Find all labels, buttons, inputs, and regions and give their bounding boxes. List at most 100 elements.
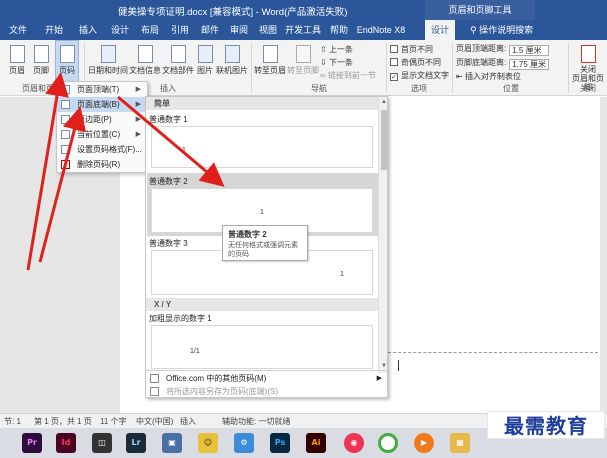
tooltip-title: 普通数字 2 [228, 230, 267, 239]
tab-home[interactable]: 开始 [40, 20, 68, 40]
checkbox-icon [390, 58, 398, 66]
doc-info-label: 文档信息 [129, 66, 161, 75]
header-icon [9, 45, 25, 63]
next-button[interactable]: ⇩ 下一条 [320, 57, 353, 68]
scroll-down-icon[interactable]: ▼ [381, 363, 387, 369]
page-margin-icon [61, 115, 70, 124]
page-number-button[interactable]: 页码 [55, 40, 79, 82]
group-separator [251, 43, 252, 93]
menu-item-bottom-of-page[interactable]: 页面底端(B) ▶ [57, 97, 147, 112]
tool-icon[interactable]: ⚙ [234, 433, 254, 453]
footer-from-bottom-input[interactable]: 1.75 厘米 [509, 59, 550, 70]
insert-alignment-tab-button[interactable]: ⇤ 插入对齐制表位 [456, 71, 521, 82]
tab-file[interactable]: 文件 [4, 20, 32, 40]
tab-mailings[interactable]: 邮件 [196, 20, 224, 40]
calendar-icon [100, 45, 116, 63]
status-word-count[interactable]: 11 个字 [100, 416, 127, 427]
goto-header-icon [262, 45, 278, 63]
tab-design[interactable]: 设计 [106, 20, 134, 40]
tab-developer[interactable]: 开发工具 [283, 20, 323, 40]
picture-button[interactable]: 图片 [195, 42, 215, 76]
gallery-footer-divider [146, 370, 387, 371]
link-previous-label: 链接到前一节 [327, 71, 376, 80]
chrome-icon[interactable] [378, 433, 398, 453]
save-selection-page-number[interactable]: 将所选内容另存为页码(底端)(S) [146, 385, 387, 397]
tab-help[interactable]: 帮助 [325, 20, 353, 40]
scroll-up-icon[interactable]: ▲ [381, 99, 387, 105]
tab-layout[interactable]: 布局 [136, 20, 164, 40]
lightroom-icon[interactable]: Lr [126, 433, 146, 453]
gallery-item-bold-number-1[interactable]: 1/1 [151, 325, 373, 369]
date-time-label: 日期和时间 [88, 66, 128, 75]
tab-endnote[interactable]: EndNote X8 [356, 20, 406, 40]
doc-info-button[interactable]: 文档信息 [129, 42, 161, 76]
link-previous-button[interactable]: ∞ 链接到前一节 [320, 70, 376, 81]
menu-item-page-margins[interactable]: 页边距(P) ▶ [57, 112, 147, 127]
tooltip-text: 无任何格式或强调元素的页码 [228, 242, 298, 258]
header-button-label: 页眉 [9, 66, 25, 75]
status-page[interactable]: 第 1 页，共 1 页 [34, 416, 92, 427]
tab-references[interactable]: 引用 [166, 20, 194, 40]
page-number-label: 页码 [59, 66, 75, 75]
title-bar: 健美操专项证明.docx [兼容模式] - Word(产品激活失败) 页眉和页脚… [0, 0, 607, 20]
window-title: 健美操专项证明.docx [兼容模式] - Word(产品激活失败) [118, 7, 348, 18]
online-pictures-label: 联机图片 [216, 66, 248, 75]
date-time-button[interactable]: 日期和时间 [88, 42, 128, 76]
status-accessibility[interactable]: 辅助功能: 一切就绪 [222, 416, 290, 427]
picture-label: 图片 [197, 66, 213, 75]
header-from-top-label: 页眉顶端距离: [456, 44, 507, 53]
status-language[interactable]: 中文(中国) [136, 416, 173, 427]
media-player-icon[interactable]: ▶ [414, 433, 434, 453]
premiere-icon[interactable]: Pr [22, 433, 42, 453]
folder-icon[interactable]: ▦ [450, 433, 470, 453]
page-number-sample: 1/1 [190, 348, 200, 355]
menu-item-label: 当前位置(C) [77, 130, 121, 139]
previous-button[interactable]: ⇧ 上一条 [320, 44, 353, 55]
context-tab-title: 页眉和页脚工具 [425, 0, 535, 20]
goto-footer-button[interactable]: 转至页脚 [287, 42, 319, 76]
online-picture-icon [224, 45, 240, 63]
tell-me-label: 操作说明搜索 [479, 25, 534, 35]
menu-item-top-of-page[interactable]: 页面顶端(T) ▶ [57, 82, 147, 97]
tab-hf-design[interactable]: 设计 [425, 20, 455, 40]
next-label: 下一条 [328, 58, 353, 67]
scrollbar-thumb[interactable] [381, 110, 387, 170]
indesign-icon[interactable]: Id [56, 433, 76, 453]
online-pictures-button[interactable]: 联机图片 [216, 42, 248, 76]
gallery-section-simple: 简单 [146, 97, 378, 110]
link-icon: ∞ [320, 71, 326, 80]
footer-button[interactable]: 页脚 [30, 42, 52, 76]
tab-insert[interactable]: 插入 [74, 20, 102, 40]
menu-item-label: 设置页码格式(F)... [77, 145, 142, 154]
doc-parts-button[interactable]: 文档部件 [162, 42, 194, 76]
illustrator-icon[interactable]: Ai [306, 433, 326, 453]
menu-item-format-page-numbers[interactable]: 设置页码格式(F)... [57, 142, 147, 157]
header-button[interactable]: 页眉 [6, 42, 28, 76]
tab-view[interactable]: 视图 [254, 20, 282, 40]
status-insert-mode[interactable]: 插入 [180, 416, 196, 427]
status-section: 节: 1 [4, 417, 21, 426]
qq-icon[interactable]: ☺ [198, 433, 218, 453]
lightbulb-icon: ⚲ [470, 25, 477, 35]
doc-info-icon [137, 45, 153, 63]
show-document-text-checkbox[interactable]: ✓ 显示文档文字 [390, 70, 449, 81]
browser-icon[interactable]: ◉ [344, 433, 364, 453]
gallery-scrollbar[interactable]: ▲ ▼ [378, 97, 387, 373]
goto-header-button[interactable]: 转至页眉 [254, 42, 286, 76]
menu-item-remove-page-numbers[interactable]: 删除页码(R) [57, 157, 147, 172]
group-close: 关闭 [580, 84, 596, 93]
tab-review[interactable]: 审阅 [225, 20, 253, 40]
different-first-page-checkbox[interactable]: 首页不同 [390, 44, 433, 55]
different-odd-even-checkbox[interactable]: 奇偶页不同 [390, 57, 441, 68]
gallery-item-plain-number-1[interactable]: 1 [151, 126, 373, 168]
photos-icon[interactable]: ▣ [162, 433, 182, 453]
video-editor-icon[interactable]: ◫ [92, 433, 112, 453]
more-online-page-numbers[interactable]: Office.com 中的其他页码(M) ▶ [146, 372, 387, 385]
tell-me-search[interactable]: ⚲ 操作说明搜索 [470, 20, 533, 40]
header-from-top-input[interactable]: 1.5 厘米 [509, 45, 550, 56]
menu-item-current-position[interactable]: 当前位置(C) ▶ [57, 127, 147, 142]
header-from-top-field: 页眉顶端距离: 1.5 厘米 [456, 43, 550, 56]
footer-from-bottom-label: 页脚底端距离: [456, 58, 507, 67]
insert-alignment-tab-label: 插入对齐制表位 [464, 72, 521, 81]
photoshop-icon[interactable]: Ps [270, 433, 290, 453]
